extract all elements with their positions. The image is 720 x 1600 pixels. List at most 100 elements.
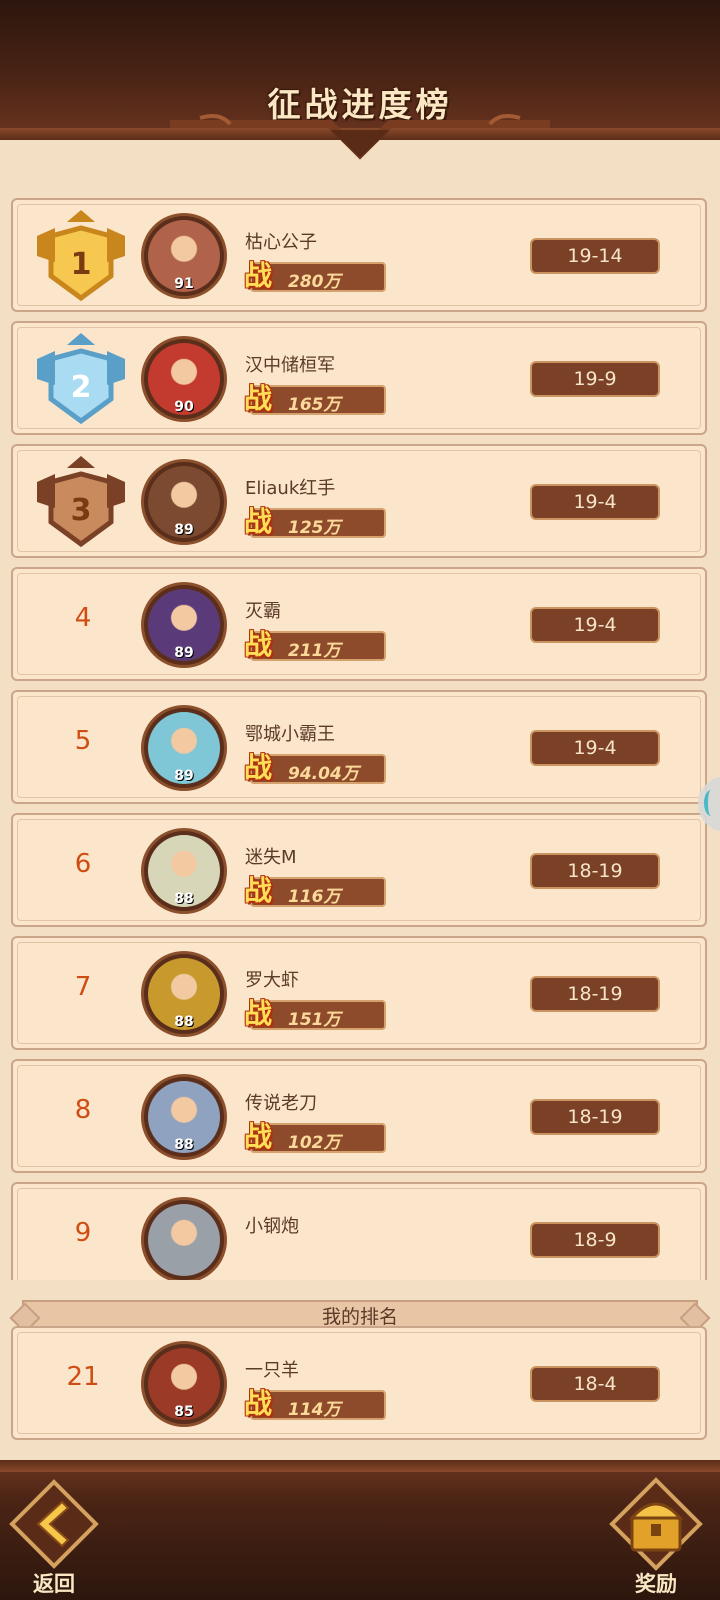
battle-power-icon: 战 [243,259,272,292]
stage-progress: 19-9 [530,361,660,397]
avatar-level: 89 [174,645,194,661]
power-badge: 战 165万 [244,382,386,415]
battle-power-icon: 战 [243,751,272,784]
back-button[interactable]: 返回 [4,1476,104,1596]
power-badge: 战 280万 [244,259,386,292]
reward-label: 奖励 [635,1572,677,1596]
player-avatar[interactable]: 91 [141,213,227,299]
medal-rank-number: 2 [71,370,92,405]
my-rank-section: 我的排名 21 85 一只羊战 114万 18-4 [0,1280,720,1460]
medal-rank-number: 3 [71,493,92,528]
battle-power-icon: 战 [243,1387,272,1420]
ranking-row[interactable]: 8 88 传说老刀战 102万 18-19 [11,1059,707,1173]
player-avatar[interactable]: 88 [141,828,227,914]
player-name: 小钢炮 [245,1216,299,1237]
battle-power-icon: 战 [243,382,272,415]
power-value: 114万 [288,1400,341,1420]
avatar-level: 88 [174,1014,194,1030]
player-avatar[interactable]: 89 [141,705,227,791]
battle-power-icon: 战 [243,1120,272,1153]
player-avatar[interactable]: 88 [141,951,227,1037]
battle-power-icon: 战 [243,628,272,661]
player-avatar[interactable]: 88 [141,1074,227,1160]
rank-number: 9 [74,1218,92,1248]
rank-number: 4 [74,603,92,633]
player-avatar[interactable]: 90 [141,336,227,422]
footer-bar: 返回 奖励 [0,1460,720,1600]
player-name: 传说老刀 [245,1093,317,1114]
rank-medal-silver-icon: 2 [37,333,125,425]
rank-number: 8 [74,1095,92,1125]
power-badge: 战 116万 [244,874,386,907]
power-value: 125万 [288,518,341,538]
power-badge: 战 125万 [244,505,386,538]
avatar-level: 91 [174,276,194,292]
player-name: Eliauk红手 [245,478,336,499]
power-value: 116万 [288,887,341,907]
rank-number: 6 [74,849,92,879]
power-badge: 战 102万 [244,1120,386,1153]
stage-progress: 18-9 [530,1222,660,1258]
stage-progress: 19-4 [530,730,660,766]
power-value: 151万 [288,1010,341,1030]
power-badge: 战 114万 [244,1387,386,1420]
avatar-portrait [148,1204,220,1276]
stage-progress: 18-19 [530,853,660,889]
stage-progress: 18-19 [530,976,660,1012]
stage-progress: 19-14 [530,238,660,274]
ranking-row[interactable]: 1 91 枯心公子战 280万 19-14 [11,198,707,312]
avatar-level: 89 [174,522,194,538]
power-badge: 战 151万 [244,997,386,1030]
player-avatar[interactable]: 89 [141,582,227,668]
power-badge: 战 211万 [244,628,386,661]
player-name: 一只羊 [245,1360,299,1381]
power-value: 165万 [288,395,341,415]
player-name: 鄂城小霸王 [245,724,335,745]
rank-number: 7 [74,972,92,1002]
avatar-level: 88 [174,891,194,907]
avatar-level: 88 [174,1137,194,1153]
player-name: 枯心公子 [245,232,317,253]
power-value: 280万 [288,272,341,292]
player-name: 罗大虾 [245,970,299,991]
player-name: 汉中储桓军 [245,355,335,376]
ranking-list[interactable]: 1 91 枯心公子战 280万 19-14 2 90 汉中储桓军战 165万 19-9 3 89 Eli… [0,162,720,1280]
avatar-level: 90 [174,399,194,415]
player-avatar[interactable]: 85 [141,1341,227,1427]
player-avatar[interactable]: 89 [141,459,227,545]
avatar-level: 85 [174,1404,194,1420]
stage-progress: 18-4 [530,1366,660,1402]
rank-medal-gold-icon: 1 [37,210,125,302]
stage-progress: 19-4 [530,607,660,643]
power-value: 211万 [288,641,341,661]
stage-progress: 19-4 [530,484,660,520]
rank-medal-bronze-icon: 3 [37,456,125,548]
player-avatar[interactable] [141,1197,227,1280]
ranking-row[interactable]: 5 89 鄂城小霸王战 94.04万 19-4 [11,690,707,804]
back-arrow-icon [9,1479,99,1569]
ranking-row[interactable]: 2 90 汉中储桓军战 165万 19-9 [11,321,707,435]
player-name: 灭霸 [245,601,281,622]
ranking-row[interactable]: 9 小钢炮 18-9 [11,1182,707,1280]
medal-rank-number: 1 [71,247,92,282]
my-rank-label: 我的排名 [321,1306,398,1328]
power-value: 94.04万 [288,764,359,784]
battle-power-icon: 战 [243,874,272,907]
ranking-row[interactable]: 7 88 罗大虾战 151万 18-19 [11,936,707,1050]
treasure-chest-icon [609,1477,703,1571]
battle-power-icon: 战 [243,997,272,1030]
avatar-level: 89 [174,768,194,784]
ranking-row[interactable]: 4 89 灭霸战 211万 19-4 [11,567,707,681]
ranking-row[interactable]: 6 88 迷失M 战 116万 18-19 [11,813,707,927]
power-value: 102万 [288,1133,341,1153]
title-ornament [170,114,550,160]
battle-power-icon: 战 [243,505,272,538]
stage-progress: 18-19 [530,1099,660,1135]
back-label: 返回 [33,1572,75,1596]
player-name: 迷失M [245,847,297,868]
reward-button[interactable]: 奖励 [604,1476,708,1596]
rank-number: 21 [66,1362,100,1392]
power-badge: 战 94.04万 [244,751,386,784]
my-rank-row[interactable]: 21 85 一只羊战 114万 18-4 [11,1326,707,1440]
ranking-row[interactable]: 3 89 Eliauk红手战 125万 19-4 [11,444,707,558]
